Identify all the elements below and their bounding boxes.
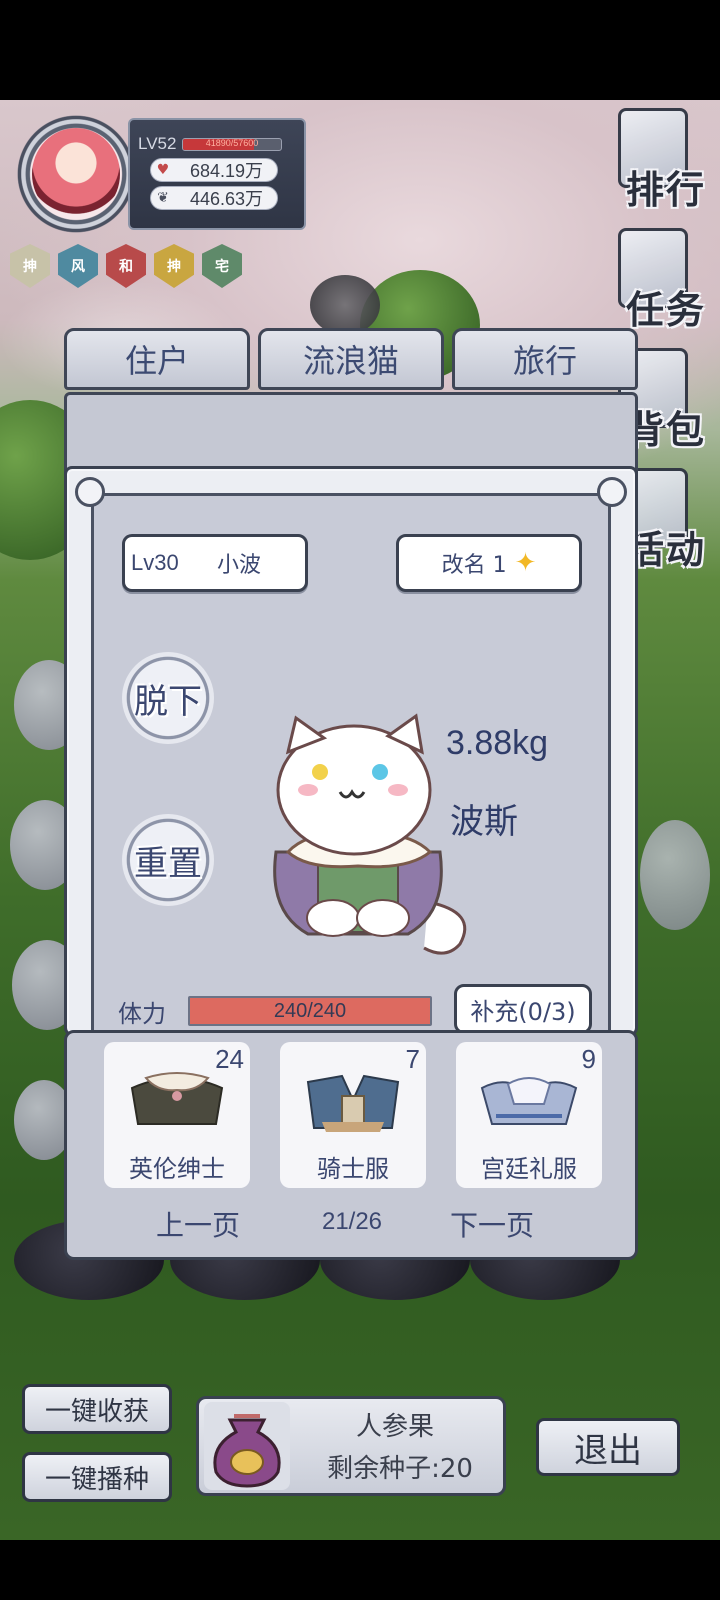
seed-bag-icon (204, 1402, 290, 1490)
leaf-seed-icon: ❦ (157, 190, 169, 206)
seed-name: 人参果 (355, 1412, 434, 1442)
reset-button[interactable]: 重置 (122, 814, 214, 906)
costume-card-court-dress[interactable]: 9 宫廷礼服 (456, 1042, 602, 1188)
currency-1-value: 684.19万 (189, 161, 263, 181)
player-level: LV52 (138, 134, 177, 153)
cat-level: Lv30 (131, 550, 179, 575)
side-item-ranking[interactable]: 排行 (610, 104, 706, 214)
costume-name: 英伦绅士 (129, 1155, 225, 1183)
cat-name-box: Lv30 小波 (122, 534, 308, 592)
costume-count: 9 (581, 1044, 596, 1074)
cat-illustration (273, 713, 467, 955)
refill-stamina-button[interactable]: 补充(0/3) (454, 984, 592, 1034)
side-label-ranking: 排行 (625, 167, 706, 212)
rename-button[interactable]: 改名 1 ✦ (396, 534, 582, 592)
tab-stray-cats[interactable]: 流浪猫 (258, 328, 444, 390)
next-page-button[interactable]: 下一页 (450, 1204, 534, 1244)
costume-count: 7 (405, 1044, 420, 1074)
costume-card-knight[interactable]: 7 骑士服 (280, 1042, 426, 1188)
cat-name: 小波 (217, 553, 262, 578)
prev-page-button[interactable]: 上一页 (156, 1204, 240, 1244)
sow-all-button[interactable]: 一键播种 (22, 1452, 172, 1502)
heart-seed-icon: ♥ (156, 162, 170, 178)
stamina-bar: 240/240 (188, 996, 432, 1026)
frame-corner-ornament (597, 477, 627, 507)
seed-pouch-icon (213, 1414, 281, 1488)
exp-bar: 41890/57600 (182, 138, 282, 151)
costume-name: 宫廷礼服 (481, 1155, 577, 1183)
rename-label: 改名 1 (441, 553, 507, 578)
seeds-remaining: 剩余种子:20 (327, 1454, 473, 1484)
cat-breed: 波斯 (450, 802, 518, 842)
stamina-label: 体力 (118, 1000, 166, 1028)
currency-pill-1: ♥ 684.19万 (150, 158, 278, 182)
gentleman-outfit-icon (130, 1072, 224, 1125)
currency-2-value: 446.63万 (189, 189, 263, 209)
stamina-value: 240/240 (273, 1000, 347, 1022)
tab-travel[interactable]: 旅行 (452, 328, 638, 390)
exp-text: 41890/57600 (205, 138, 259, 148)
player-avatar[interactable] (32, 128, 120, 220)
costume-name: 骑士服 (317, 1155, 389, 1183)
tab-residents[interactable]: 住户 (64, 328, 250, 390)
take-off-button[interactable]: 脱下 (122, 652, 214, 744)
exit-button[interactable]: 退出 (536, 1418, 680, 1476)
frame-corner-ornament (75, 477, 105, 507)
currency-pill-2: ❦ 446.63万 (150, 186, 278, 210)
costume-count: 24 (215, 1044, 244, 1074)
costume-card-english-gentleman[interactable]: 24 英伦绅士 (104, 1042, 250, 1188)
side-item-tasks[interactable]: 任务 (610, 224, 706, 334)
cat-weight: 3.88kg (446, 724, 549, 762)
knight-outfit-icon (306, 1074, 400, 1132)
side-label-tasks: 任务 (625, 287, 706, 332)
court-dress-outfit-icon (480, 1077, 578, 1125)
page-indicator: 21/26 (321, 1208, 383, 1235)
harvest-all-button[interactable]: 一键收获 (22, 1384, 172, 1434)
gold-seed-icon: ✦ (514, 548, 537, 578)
